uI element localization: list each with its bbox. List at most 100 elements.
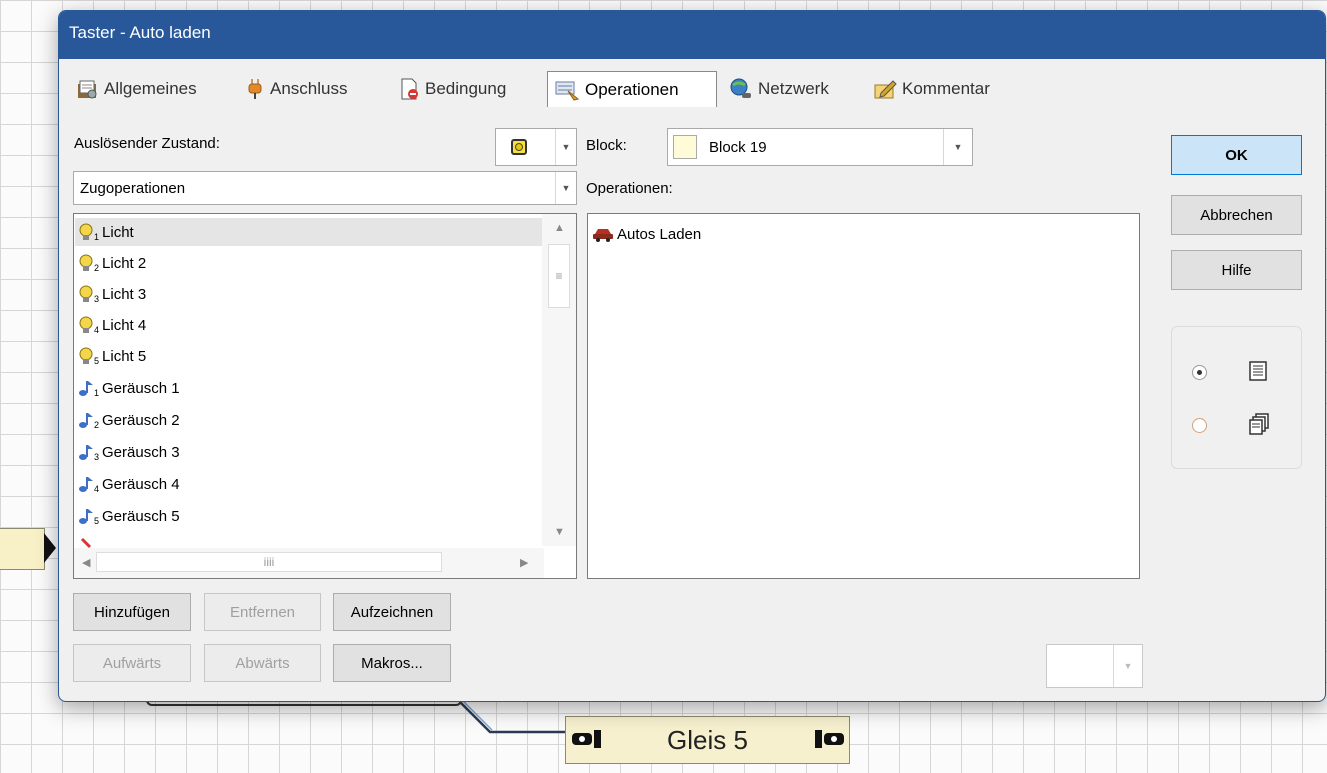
block-dropdown[interactable]: Block 19 ▼ [667, 128, 973, 166]
track-label: Gleis 5 [667, 724, 748, 755]
scroll-thumb[interactable]: ≡ [548, 244, 570, 308]
list-item-label: Geräusch 5 [102, 507, 180, 525]
partial-item-icon [80, 536, 92, 549]
list-item[interactable]: 5 Geräusch 5 [78, 502, 180, 530]
list-item-label: Autos Laden [617, 225, 702, 243]
move-down-button[interactable]: Abwärts [204, 644, 321, 682]
chevron-down-icon: ▼ [943, 129, 972, 165]
bulb-icon [79, 254, 93, 271]
list-item[interactable]: 4 Licht 4 [78, 311, 146, 339]
list-item-label: Geräusch 2 [102, 411, 180, 429]
chevron-down-icon: ▼ [555, 129, 576, 165]
scroll-left-icon[interactable]: ◀ [82, 556, 90, 569]
list-item-label: Geräusch 1 [102, 379, 180, 397]
move-up-button[interactable]: Aufwärts [73, 644, 191, 682]
view-mode-radio-list[interactable] [1192, 365, 1207, 380]
tab-label: Operationen [585, 79, 679, 99]
tab-operationen[interactable]: Operationen [547, 71, 717, 107]
scroll-right-icon[interactable]: ▶ [520, 556, 528, 569]
music-note-icon [79, 413, 93, 428]
tab-anschluss[interactable]: Anschluss [239, 71, 384, 107]
list-item-label: Geräusch 4 [102, 475, 180, 493]
block-label: Block: [586, 137, 627, 154]
block-color-swatch [673, 135, 697, 159]
music-note-icon [79, 381, 93, 396]
network-icon [730, 78, 751, 98]
vertical-scrollbar[interactable]: ▲ ≡ ▼ [542, 214, 576, 546]
category-dropdown[interactable]: Zugoperationen ▼ [73, 171, 577, 205]
chevron-down-icon: ▼ [555, 172, 576, 204]
list-item-label: Licht 3 [102, 285, 147, 303]
tab-label: Kommentar [902, 79, 990, 98]
tiled-view-icon [1249, 413, 1269, 435]
list-item[interactable]: 1 Licht [75, 218, 544, 246]
trigger-state-dropdown[interactable]: ▼ [495, 128, 577, 166]
list-item[interactable]: 4 Geräusch 4 [78, 470, 180, 498]
list-item-label: Licht 2 [102, 254, 147, 272]
available-operations-list[interactable]: 1 Licht 2 Licht 2 3 Licht 3 4 Licht 4 5 … [73, 213, 577, 579]
block-connector [44, 533, 56, 563]
record-button[interactable]: Aufzeichnen [333, 593, 451, 631]
list-item[interactable]: 5 Licht 5 [78, 342, 146, 370]
list-item-label: Geräusch 3 [102, 443, 180, 461]
horizontal-scrollbar[interactable]: ◀ iiii ▶ [74, 548, 544, 578]
tab-label: Netzwerk [758, 79, 829, 98]
operations-dialog: Taster - Auto laden Allgemeines Anschlus… [58, 10, 1326, 702]
category-value: Zugoperationen [80, 179, 186, 197]
car-icon [593, 229, 613, 242]
view-mode-group [1171, 326, 1302, 469]
hscroll-thumb[interactable]: iiii [96, 552, 442, 572]
tab-label: Allgemeines [104, 79, 197, 98]
tab-allgemeines[interactable]: Allgemeines [69, 71, 229, 107]
list-item-label: Licht [102, 223, 134, 241]
plug-icon [248, 79, 262, 99]
tab-netzwerk[interactable]: Netzwerk [723, 71, 858, 107]
trigger-state-swatch [511, 139, 527, 155]
chevron-down-icon: ▼ [1113, 645, 1142, 687]
bulb-icon [79, 285, 93, 302]
remove-button[interactable]: Entfernen [204, 593, 321, 631]
trigger-state-label: Auslösender Zustand: [74, 135, 220, 152]
list-item[interactable]: 3 Licht 3 [78, 280, 146, 308]
track-connector-left-icon [572, 730, 601, 748]
list-item[interactable]: Autos Laden [592, 220, 701, 248]
condition-icon [401, 78, 418, 100]
bulb-icon [79, 316, 93, 333]
music-note-icon [79, 509, 93, 524]
add-button[interactable]: Hinzufügen [73, 593, 191, 631]
selected-operations-list[interactable]: Autos Laden [587, 213, 1140, 579]
comment-icon [874, 80, 897, 99]
hscroll-grip: iiii [263, 555, 275, 569]
tab-label: Anschluss [270, 79, 348, 98]
tab-bedingung[interactable]: Bedingung [392, 71, 542, 107]
ok-button[interactable]: OK [1171, 135, 1302, 175]
scroll-down-icon[interactable]: ▼ [554, 526, 565, 538]
cancel-button[interactable]: Abbrechen [1171, 195, 1302, 235]
help-button[interactable]: Hilfe [1171, 250, 1302, 290]
track-diagonal [460, 700, 570, 734]
list-item-label: Licht 4 [102, 316, 147, 334]
title-bar: Taster - Auto laden [59, 11, 1325, 59]
scroll-up-icon[interactable]: ▲ [554, 222, 565, 234]
dialog-title: Taster - Auto laden [69, 23, 211, 42]
tab-kommentar[interactable]: Kommentar [867, 71, 1027, 107]
track-connector-right-icon [815, 730, 844, 748]
macros-button[interactable]: Makros... [333, 644, 451, 682]
extra-dropdown[interactable]: ▼ [1046, 644, 1143, 688]
operations-icon [555, 81, 580, 101]
bulb-icon [79, 347, 93, 364]
list-item-label: Licht 5 [102, 347, 147, 365]
list-item[interactable]: 2 Geräusch 2 [78, 406, 180, 434]
background-block [0, 528, 45, 570]
view-mode-radio-tiled[interactable] [1192, 418, 1207, 433]
list-item[interactable]: 1 Geräusch 1 [78, 374, 180, 402]
list-item[interactable]: 3 Geräusch 3 [78, 438, 180, 466]
music-note-icon [79, 445, 93, 460]
block-value: Block 19 [709, 138, 767, 156]
music-note-icon [79, 477, 93, 492]
tab-label: Bedingung [425, 79, 507, 98]
list-item[interactable]: 2 Licht 2 [78, 249, 146, 277]
operations-label: Operationen: [586, 180, 673, 197]
settings-icon [78, 80, 97, 99]
list-view-icon [1249, 361, 1267, 381]
